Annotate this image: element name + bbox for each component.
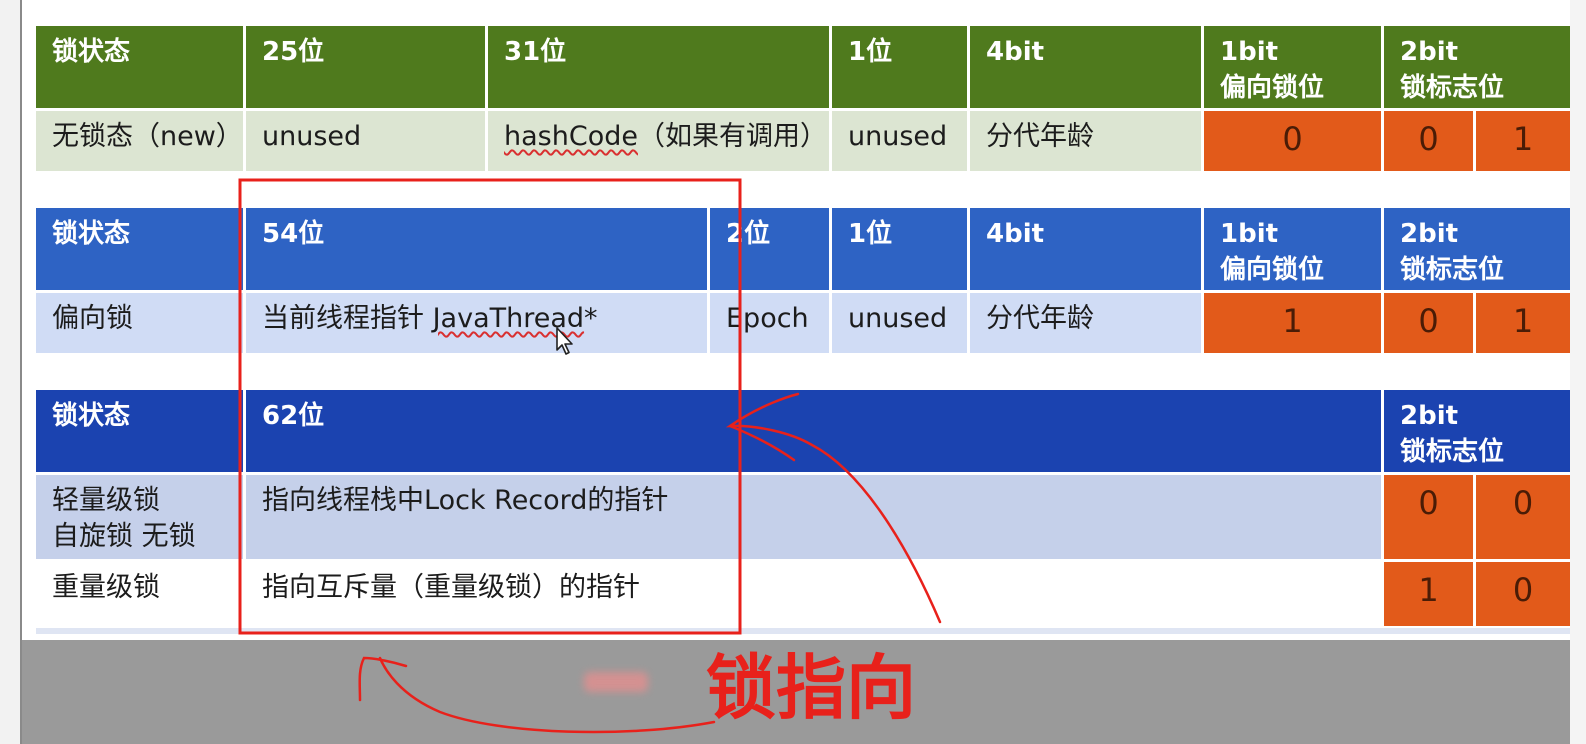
cell-mutex-pointer: 指向互斥量（重量级锁）的指针: [246, 562, 1381, 626]
cell-thread-pointer: 当前线程指针 JavaThread*: [246, 293, 707, 353]
lock-flag-bit-2: 1: [1476, 111, 1570, 171]
lock-flag-bit-1: 0: [1384, 475, 1473, 559]
lock-flag-bit-2: 1: [1476, 293, 1570, 353]
cell-lock-record-pointer: 指向线程栈中Lock Record的指针: [246, 475, 1381, 559]
header-biased-bit: 1bit 偏向锁位: [1204, 208, 1381, 290]
blurred-watermark: [584, 672, 648, 692]
header-4bit: 4bit: [970, 26, 1201, 108]
cell-unused-25: unused: [246, 111, 485, 171]
cell-age: 分代年龄: [970, 293, 1201, 353]
row-state-biased: 偏向锁: [36, 293, 243, 353]
lock-flag-bit-2: 0: [1476, 475, 1570, 559]
lock-flag-bit-1: 1: [1384, 562, 1473, 626]
row-state-heavyweight: 重量级锁: [36, 562, 243, 626]
cell-hashcode: hashCode（如果有调用）: [488, 111, 829, 171]
window-right-edge: [1570, 0, 1586, 744]
window-left-edge: [0, 0, 22, 744]
window-top-edge: [22, 0, 1570, 14]
cell-unused-1: unused: [832, 111, 967, 171]
header-2-bits: 2位: [710, 208, 829, 290]
header-lock-state: 锁状态: [36, 26, 243, 108]
header-lock-state: 锁状态: [36, 208, 243, 290]
header-lock-flag: 2bit 锁标志位: [1384, 390, 1570, 472]
lock-flag-bit-1: 0: [1384, 111, 1473, 171]
header-54-bits: 54位: [246, 208, 707, 290]
table-bottom-strip: [36, 628, 1570, 634]
cell-age: 分代年龄: [970, 111, 1201, 171]
header-1-bit: 1位: [832, 208, 967, 290]
header-lock-flag: 2bit 锁标志位: [1384, 26, 1570, 108]
biased-bit-value: 0: [1204, 111, 1381, 171]
cell-epoch: Epoch: [710, 293, 829, 353]
arrow-head-left: [358, 656, 408, 702]
mark-word-slide: 锁状态 25位 31位 1位 4bit 1bit 偏向锁位 2bit 锁标志位 无锁…: [22, 14, 1570, 640]
mouse-pointer-icon: [556, 327, 573, 355]
header-31-bits: 31位: [488, 26, 829, 108]
header-1-bit: 1位: [832, 26, 967, 108]
header-lock-state: 锁状态: [36, 390, 243, 472]
cell-unused-1: unused: [832, 293, 967, 353]
lock-flag-bit-2: 0: [1476, 562, 1570, 626]
row-state-unlocked: 无锁态（new）: [36, 111, 243, 171]
header-25-bits: 25位: [246, 26, 485, 108]
biased-bit-value: 1: [1204, 293, 1381, 353]
lock-flag-bit-1: 0: [1384, 293, 1473, 353]
row-state-lightweight: 轻量级锁 自旋锁 无锁: [36, 475, 243, 559]
curved-arrow-left: [378, 656, 716, 734]
annotation-caption: 锁指向: [706, 647, 916, 729]
header-lock-flag: 2bit 锁标志位: [1384, 208, 1570, 290]
header-62-bits: 62位: [246, 390, 1381, 472]
header-4bit: 4bit: [970, 208, 1201, 290]
header-biased-bit: 1bit 偏向锁位: [1204, 26, 1381, 108]
